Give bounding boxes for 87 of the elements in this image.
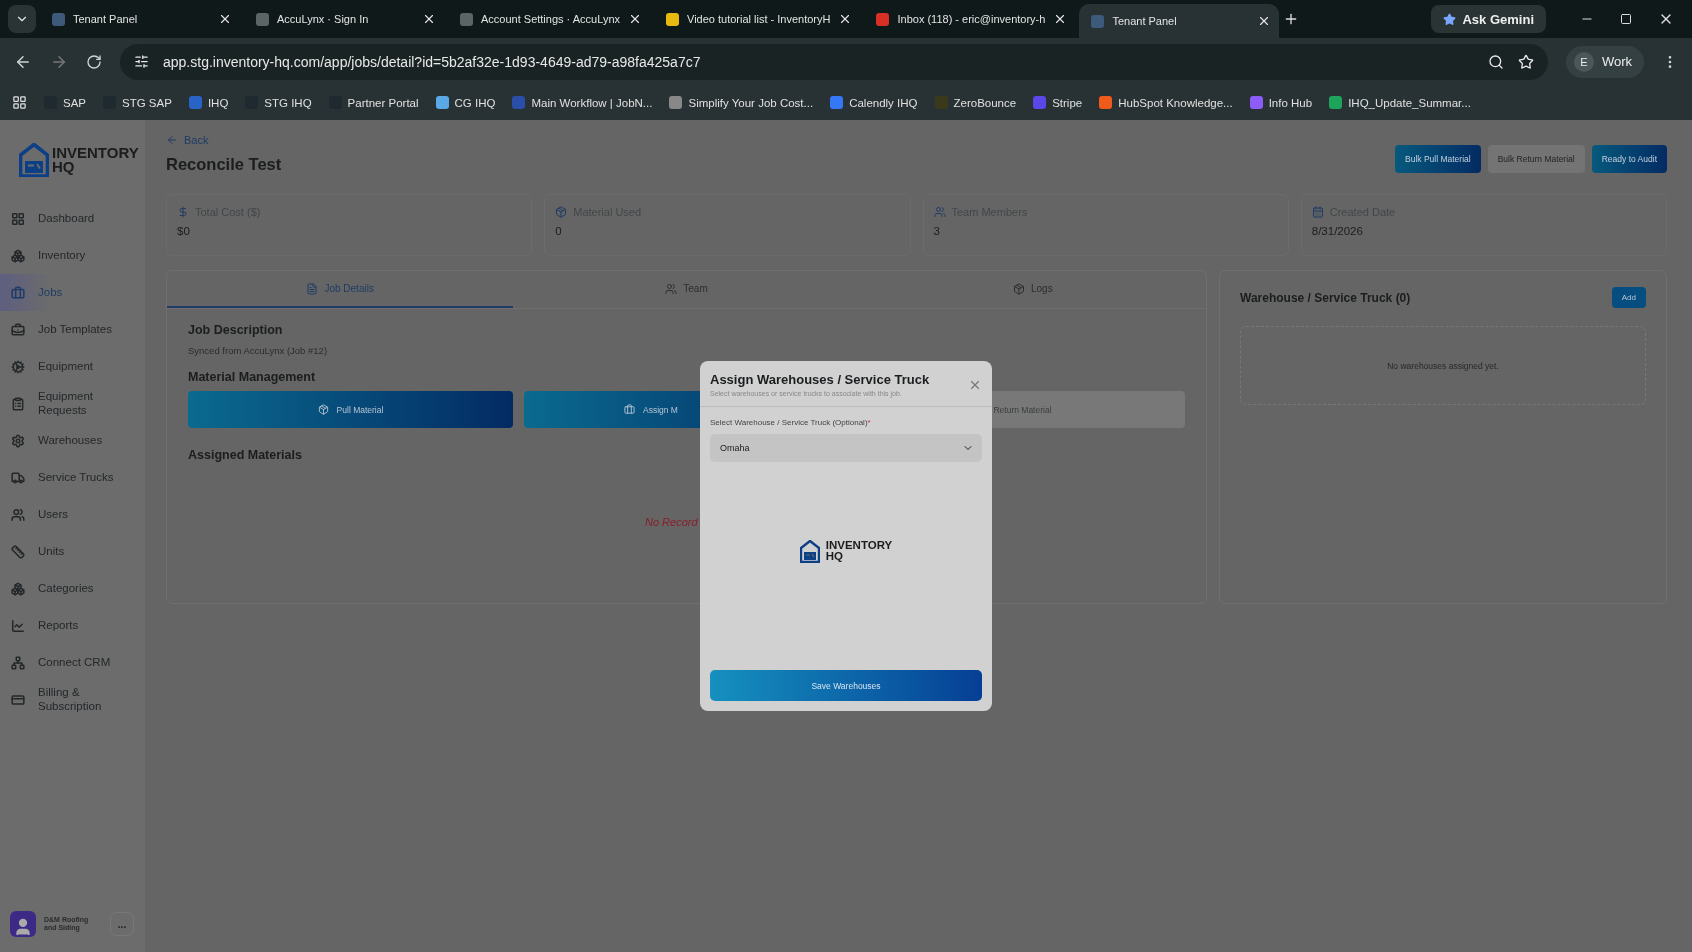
bookmark[interactable]: Info Hub [1249, 96, 1313, 109]
site-settings-icon[interactable] [134, 54, 149, 69]
action-button[interactable]: Bulk Pull Material [1395, 145, 1481, 173]
action-button[interactable]: Bulk Return Material [1487, 145, 1585, 173]
close-icon[interactable] [628, 12, 642, 26]
bookmark[interactable]: HubSpot Knowledge... [1099, 96, 1233, 109]
briefcase-icon [624, 404, 635, 415]
tab-list-button[interactable] [8, 5, 36, 33]
calendar-icon [1311, 206, 1324, 218]
star-icon [1443, 12, 1457, 26]
stat-value: 3 [933, 225, 941, 237]
package-icon [1013, 282, 1025, 295]
zoom-icon[interactable] [1487, 53, 1504, 70]
credit-card-icon [11, 692, 25, 707]
profile-button[interactable]: E Work [1565, 45, 1644, 78]
boxes-icon [11, 581, 25, 596]
briefcase-icon [11, 285, 25, 300]
bookmark[interactable]: Simplify Your Job Cost... [669, 96, 814, 109]
maximize-icon[interactable] [1620, 13, 1632, 25]
action-button[interactable]: Ready to Audit [1591, 145, 1667, 173]
bookmark[interactable]: SAP [44, 96, 86, 109]
chart-icon [11, 618, 25, 633]
arrow-left-icon [166, 134, 178, 146]
grid-icon [11, 211, 25, 226]
save-button[interactable]: Save Warehouses [710, 670, 982, 701]
empty-message: No Record [645, 516, 698, 528]
users-icon [933, 206, 946, 218]
users-icon [11, 507, 25, 522]
close-icon[interactable] [422, 12, 436, 26]
section-heading: Material Management [188, 370, 316, 384]
browser-tab[interactable]: Inbox (118) - eric@inventory-h [864, 4, 1076, 34]
bookmark[interactable]: IHQ [188, 96, 229, 109]
gemini-button[interactable]: Ask Gemini [1431, 5, 1546, 33]
bookmark-star-icon[interactable] [1517, 53, 1534, 70]
bookmark[interactable]: Partner Portal [328, 96, 419, 109]
gear-icon [11, 433, 25, 448]
logo-icon [19, 142, 49, 178]
logo-icon [799, 539, 820, 563]
add-button[interactable]: Add [1611, 287, 1646, 308]
browser-tab[interactable]: Account Settings · AccuLynx [448, 4, 650, 34]
briefcase-icon [11, 322, 25, 337]
section-heading: Job Description [188, 323, 283, 337]
boxes-icon [11, 248, 25, 263]
favicon-icon [876, 12, 890, 26]
favicon-icon [460, 12, 473, 26]
close-icon[interactable] [218, 12, 232, 26]
stat-value: 0 [555, 225, 563, 237]
stat-value: $0 [177, 225, 191, 237]
document-icon [306, 282, 319, 295]
browser-tab[interactable]: Tenant Panel [1079, 4, 1280, 38]
page-title: Reconcile Test [166, 155, 282, 174]
reload-icon[interactable] [86, 53, 102, 70]
network-icon [11, 655, 25, 670]
favicon-icon [256, 12, 269, 26]
ruler-icon [11, 544, 25, 559]
truck-icon [11, 470, 25, 485]
bookmark[interactable]: Stripe [1033, 96, 1083, 109]
dollar-icon [177, 206, 189, 218]
favicon-icon [1091, 14, 1105, 28]
section-heading: Assigned Materials [188, 448, 302, 462]
browser-tab[interactable]: Tenant Panel [40, 4, 240, 34]
users-icon [665, 282, 678, 295]
bookmark[interactable]: IHQ_Update_Summar... [1329, 96, 1471, 109]
warehouse-select[interactable]: Omaha [710, 434, 982, 462]
avatar [10, 911, 36, 937]
clipboard-icon [11, 396, 25, 411]
logo-text: INVENTORY HQ [52, 145, 139, 175]
bookmark[interactable]: Calendly IHQ [830, 96, 918, 109]
bookmark[interactable]: Main Workflow | JobN... [512, 96, 653, 109]
favicon-icon [52, 12, 65, 26]
address-bar[interactable]: app.stg.inventory-hq.com/app/jobs/detail?id=5b2af32e-1d93-4649-ad79-a98fa425a7c7 [120, 43, 1548, 80]
stat-value: 8/31/2026 [1311, 225, 1364, 237]
modal-title: Assign Warehouses / Service Truck [710, 372, 930, 387]
favicon-icon [666, 12, 679, 26]
apps-icon[interactable] [12, 95, 27, 110]
bookmark[interactable]: CG IHQ [435, 96, 496, 109]
package-icon [555, 206, 568, 218]
logo-text: INVENTORY HQ [825, 540, 893, 562]
gear-icon [11, 359, 25, 374]
card-title: Warehouse / Service Truck (0) [1240, 290, 1411, 305]
bookmark[interactable]: STG IHQ [245, 96, 312, 109]
package-icon [317, 404, 329, 415]
browser-tab[interactable]: Video tutorial list - InventoryH [654, 4, 861, 34]
bookmark[interactable]: ZeroBounce [934, 96, 1017, 109]
browser-tab[interactable]: AccuLynx · Sign In [244, 4, 444, 34]
material-button[interactable]: Pull Material [188, 391, 513, 428]
bookmark[interactable]: STG SAP [103, 96, 172, 109]
